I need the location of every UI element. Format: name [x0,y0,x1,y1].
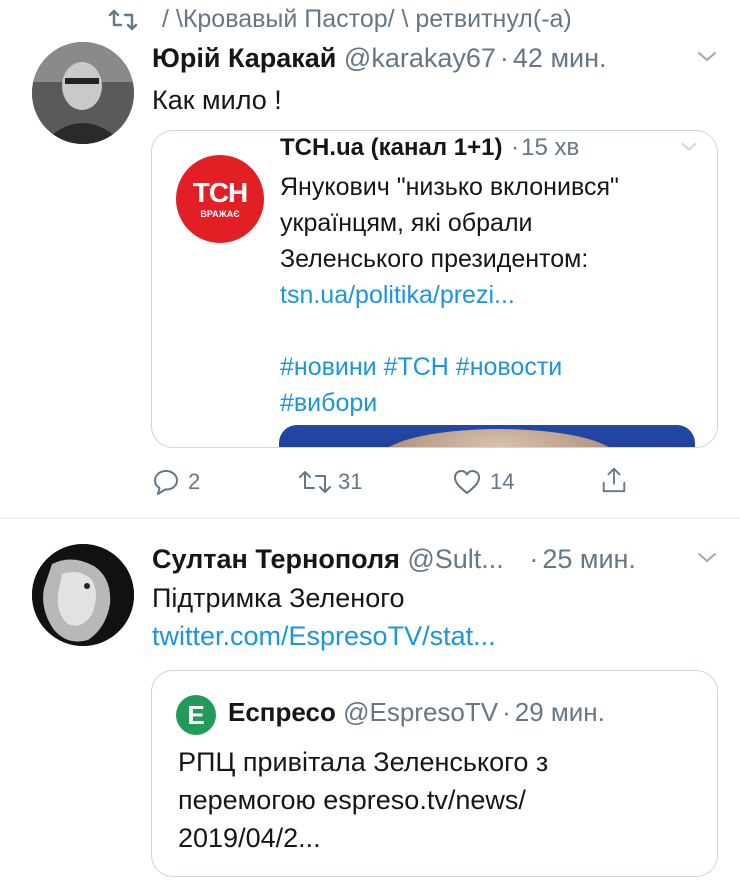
quoted-media[interactable] [279,425,695,447]
author-handle[interactable]: @karakay67 [344,43,496,73]
quoted-link[interactable]: tsn.ua/politika/prezi... [280,277,619,313]
chevron-down-icon[interactable] [680,141,698,153]
avatar[interactable] [32,42,134,144]
quoted-hashtags[interactable]: #вибори [280,385,619,421]
author-handle[interactable]: @Sult... [407,544,503,574]
author-name[interactable]: Султан Тернополя [152,544,400,574]
quoted-tweet-card[interactable]: Е Еспресо @EspresoTV · 29 мин. РПЦ привіта… [151,670,718,877]
tweet-divider [0,518,740,519]
like-count: 14 [490,469,515,494]
separator: · [499,43,509,73]
quoted-header: Еспресо @EspresoTV · 29 мин. [228,697,605,727]
separator: · [529,544,539,574]
media-photo [379,429,619,447]
chevron-down-icon[interactable] [696,551,718,565]
retweet-context[interactable]: / \Кровавый Пастор/ \ ретвитнул(-а) [162,4,572,34]
quoted-author-name: Еспресо [228,697,336,727]
timestamp[interactable]: 42 мин. [513,43,607,73]
share-button[interactable] [600,466,630,500]
separator: · [511,134,520,161]
quoted-timestamp: 15 хв [521,134,580,161]
separator: · [502,697,511,727]
author-name[interactable]: Юрій Каракай [152,43,336,73]
quoted-text-line: РПЦ привітала Зеленського з [178,747,549,777]
tweet-link[interactable]: twitter.com/EspresoTV/stat... [152,618,496,654]
quoted-avatar: Е [176,695,216,735]
tweet-header: Юрій Каракай @karakay67 · 42 мин. [152,42,607,74]
timestamp[interactable]: 25 мин. [542,544,636,574]
share-icon [602,467,626,493]
reply-count: 2 [188,469,201,494]
tweet-text: Підтримка Зеленого [152,583,405,613]
tweet-header: Султан Тернополя @Sult... · 25 мин. [152,543,636,575]
quoted-timestamp: 29 мин. [514,697,605,727]
chevron-down-icon[interactable] [696,50,718,64]
quoted-author-handle: @EspresoTV [343,697,499,727]
quoted-text-line: 2019/04/2... [178,823,321,853]
reply-icon [154,470,178,495]
quoted-text: Янукович "низько вклонився" українцям, я… [280,169,619,421]
quoted-header: ТСН.ua (канал 1+1) ·15 хв [280,133,579,163]
quoted-author-name: ТСН.ua (канал 1+1) [280,134,503,161]
quoted-text-line: Янукович "низько вклонився" [280,173,619,201]
heart-icon [454,470,480,494]
retweet-icon [299,471,331,493]
quoted-tweet-card[interactable]: ТСН ВРАЖАЄ ТСН.ua (канал 1+1) ·15 хв Яну… [151,130,718,448]
avatar[interactable] [32,544,134,646]
quoted-text-line: перемогою espreso.tv/news/ [178,785,526,815]
quoted-text: РПЦ привітала Зеленського з перемогою es… [178,743,548,857]
quoted-avatar: ТСН ВРАЖАЄ [176,155,264,243]
quoted-avatar-text: ТСН [192,177,249,208]
tweet-text: Как мило ! [152,85,282,115]
retweet-count: 31 [338,469,363,494]
quoted-hashtags[interactable]: #новини #ТСН #новости [280,349,619,385]
quoted-text-line: українцям, які обрали [280,209,533,237]
retweet-icon [108,9,138,31]
quoted-avatar-subtext: ВРАЖАЄ [200,209,240,219]
quoted-text-line: Зеленського президентом: [280,245,589,273]
